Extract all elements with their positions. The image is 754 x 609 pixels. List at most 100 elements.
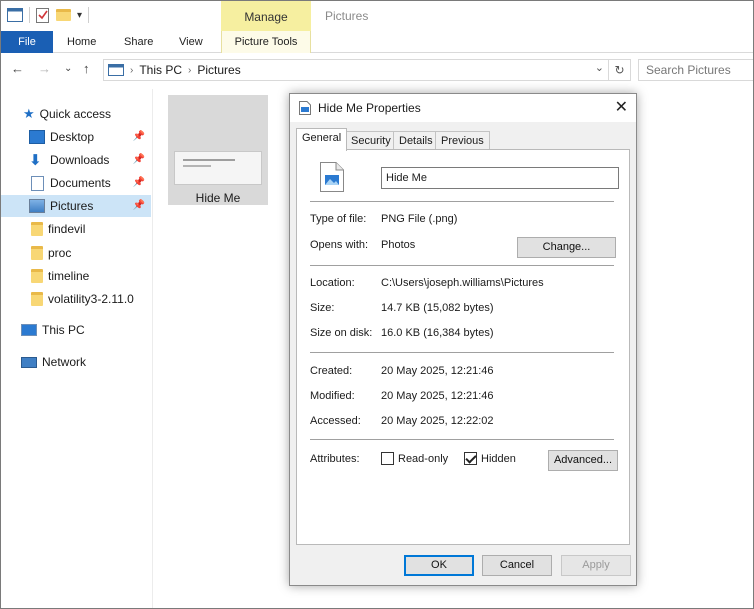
change-button[interactable]: Change... [517, 237, 616, 258]
sidebar-item-label: findevil [48, 222, 86, 236]
network-icon [21, 356, 37, 368]
sidebar-item-label: Network [42, 355, 87, 369]
search-input[interactable]: Search Pictures [638, 59, 753, 81]
tab-security[interactable]: Security [345, 131, 397, 150]
title-bar: ▾ Manage Pictures [1, 1, 753, 31]
pin-icon[interactable]: 📌 [133, 154, 145, 165]
ok-button[interactable]: OK [404, 555, 474, 576]
close-icon[interactable]: ✕ [615, 97, 628, 117]
breadcrumb-separator-icon: › [130, 64, 134, 76]
documents-icon [31, 175, 44, 191]
type-value: PNG File (.png) [381, 213, 458, 225]
back-arrow-icon[interactable]: ← [11, 61, 24, 76]
folder-icon [31, 269, 43, 283]
size-label: Size: [310, 302, 335, 314]
sidebar-item-proc[interactable]: proc [1, 242, 151, 264]
tab-details[interactable]: Details [393, 131, 439, 150]
sidebar-item-volatility3[interactable]: volatility3-2.11.0 [1, 288, 151, 310]
pin-icon[interactable]: 📌 [133, 177, 145, 188]
sidebar-item-downloads[interactable]: ⬇ Downloads 📌 [1, 149, 151, 171]
tab-file[interactable]: File [1, 31, 53, 53]
hidden-box[interactable] [464, 452, 477, 465]
accessed-label: Accessed: [310, 415, 361, 427]
window-icon [7, 8, 23, 22]
manage-context-tab[interactable]: Manage [221, 1, 311, 31]
hidden-label: Hidden [481, 452, 516, 465]
sidebar-item-this-pc[interactable]: This PC [1, 319, 151, 341]
download-arrow-icon: ⬇ [29, 152, 42, 169]
tab-share[interactable]: Share [124, 31, 153, 53]
dialog-title-bar: Hide Me Properties ✕ [290, 94, 636, 122]
opens-with-label: Opens with: [310, 239, 369, 251]
divider [310, 352, 614, 353]
star-icon: ★ [23, 106, 35, 121]
explorer-window: ▾ Manage Pictures File Home Share View P… [0, 0, 754, 609]
hidden-checkbox[interactable]: Hidden [464, 452, 516, 465]
pin-icon[interactable]: 📌 [133, 131, 145, 142]
tab-previous-versions[interactable]: Previous Versions [435, 131, 490, 165]
sidebar-item-network[interactable]: Network [1, 351, 151, 373]
address-dropdown-icon[interactable]: ⌄ [595, 61, 604, 74]
sidebar-item-label: timeline [48, 269, 90, 283]
navigation-pane: ★ Quick access Desktop 📌 ⬇ Downloads 📌 D… [1, 89, 153, 608]
location-value: C:\Users\joseph.williams\Pictures [381, 277, 544, 289]
modified-label: Modified: [310, 390, 355, 402]
forward-arrow-icon[interactable]: → [38, 61, 51, 76]
apply-button[interactable]: Apply [561, 555, 631, 576]
up-arrow-icon[interactable]: ↑ [83, 61, 90, 76]
sidebar-item-timeline[interactable]: timeline [1, 265, 151, 287]
tab-general[interactable]: General [296, 128, 348, 151]
sidebar-item-pictures[interactable]: Pictures 📌 [1, 195, 151, 217]
sidebar-item-label: Quick access [39, 107, 112, 121]
dialog-title: Hide Me Properties [318, 101, 421, 115]
quick-access-toolbar: ▾ [7, 7, 90, 23]
thumbnail-text-line [183, 165, 211, 167]
refresh-icon[interactable]: ↻ [609, 59, 631, 81]
customize-toolbar-icon[interactable]: ▾ [77, 10, 82, 21]
breadcrumb-this-pc[interactable]: This PC [139, 63, 182, 77]
properties-dialog: Hide Me Properties ✕ General Security De… [289, 93, 637, 586]
file-name-field[interactable]: Hide Me [381, 167, 619, 189]
accessed-value: 20 May 2025, 12:22:02 [381, 415, 494, 427]
address-bar[interactable]: › This PC › Pictures ⌄ [103, 59, 609, 81]
sidebar-item-label: Pictures [50, 199, 94, 213]
sidebar-item-desktop[interactable]: Desktop 📌 [1, 126, 151, 148]
sidebar-item-documents[interactable]: Documents 📌 [1, 172, 151, 194]
toolbar-separator [29, 7, 30, 23]
tab-home[interactable]: Home [67, 31, 96, 53]
breadcrumb-pictures[interactable]: Pictures [197, 63, 240, 77]
opens-with-value: Photos [381, 239, 416, 251]
read-only-box[interactable] [381, 452, 394, 465]
sidebar-item-quick-access[interactable]: ★ Quick access [23, 103, 173, 125]
file-tile[interactable]: Hide Me [168, 95, 268, 205]
tab-view[interactable]: View [179, 31, 203, 53]
tab-picture-tools[interactable]: Picture Tools [221, 31, 311, 53]
cancel-button[interactable]: Cancel [482, 555, 552, 576]
folder-icon [31, 246, 43, 260]
image-thumbnail [174, 151, 262, 185]
sidebar-item-label: volatility3-2.11.0 [48, 292, 134, 306]
sidebar-item-label: Desktop [50, 130, 95, 144]
pin-icon[interactable]: 📌 [133, 200, 145, 211]
recent-locations-icon[interactable]: ⌄ [64, 63, 72, 74]
general-panel: Hide Me Type of file: PNG File (.png) Op… [296, 149, 630, 545]
properties-icon[interactable] [36, 7, 50, 23]
desktop-icon [29, 130, 45, 144]
sidebar-item-label: Downloads [50, 153, 110, 167]
png-file-icon [299, 101, 311, 115]
sidebar-item-findevil[interactable]: findevil [1, 218, 151, 240]
location-label: Location: [310, 277, 355, 289]
modified-value: 20 May 2025, 12:21:46 [381, 390, 494, 402]
window-title: Pictures [325, 9, 369, 23]
pictures-icon [29, 199, 45, 213]
read-only-checkbox[interactable]: Read-only [381, 452, 448, 465]
advanced-button[interactable]: Advanced... [548, 450, 618, 471]
this-pc-icon [21, 324, 37, 336]
sidebar-item-label: proc [48, 246, 72, 260]
size-value: 14.7 KB (15,082 bytes) [381, 302, 494, 314]
new-folder-icon[interactable] [56, 9, 71, 21]
divider [310, 265, 614, 266]
type-label: Type of file: [310, 213, 367, 225]
divider [310, 439, 614, 440]
png-file-large-icon [320, 162, 344, 192]
